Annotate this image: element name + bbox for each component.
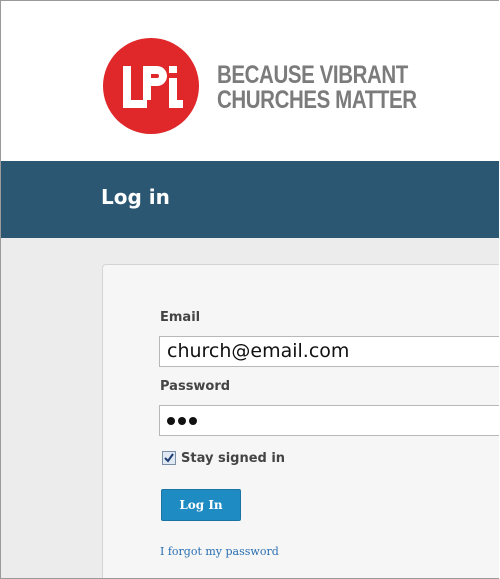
lpi-logo [103,38,199,134]
email-field[interactable]: church@email.com [159,336,499,367]
page-frame: BECAUSE VIBRANT CHURCHES MATTER Log in E… [0,0,499,579]
password-dot [167,417,175,425]
password-dot [178,417,186,425]
password-field[interactable] [159,405,499,436]
stay-signed-in-label: Stay signed in [181,451,286,466]
lpi-logo-mark-icon [123,66,183,108]
tagline-line-2: CHURCHES MATTER [217,86,417,114]
email-value: church@email.com [167,340,350,362]
title-bar [1,161,499,238]
tagline-line-1: BECAUSE VIBRANT [217,61,408,89]
login-button[interactable]: Log In [161,489,241,521]
brand-tagline: BECAUSE VIBRANT CHURCHES MATTER [217,63,417,113]
password-dot [189,417,197,425]
password-label: Password [160,379,231,394]
checkmark-icon [164,453,174,463]
password-mask [167,417,197,425]
email-label: Email [160,310,201,325]
header: BECAUSE VIBRANT CHURCHES MATTER [1,1,499,161]
forgot-password-link[interactable]: I forgot my password [160,545,279,558]
stay-signed-in-checkbox[interactable] [162,451,176,465]
page-title: Log in [101,185,170,209]
